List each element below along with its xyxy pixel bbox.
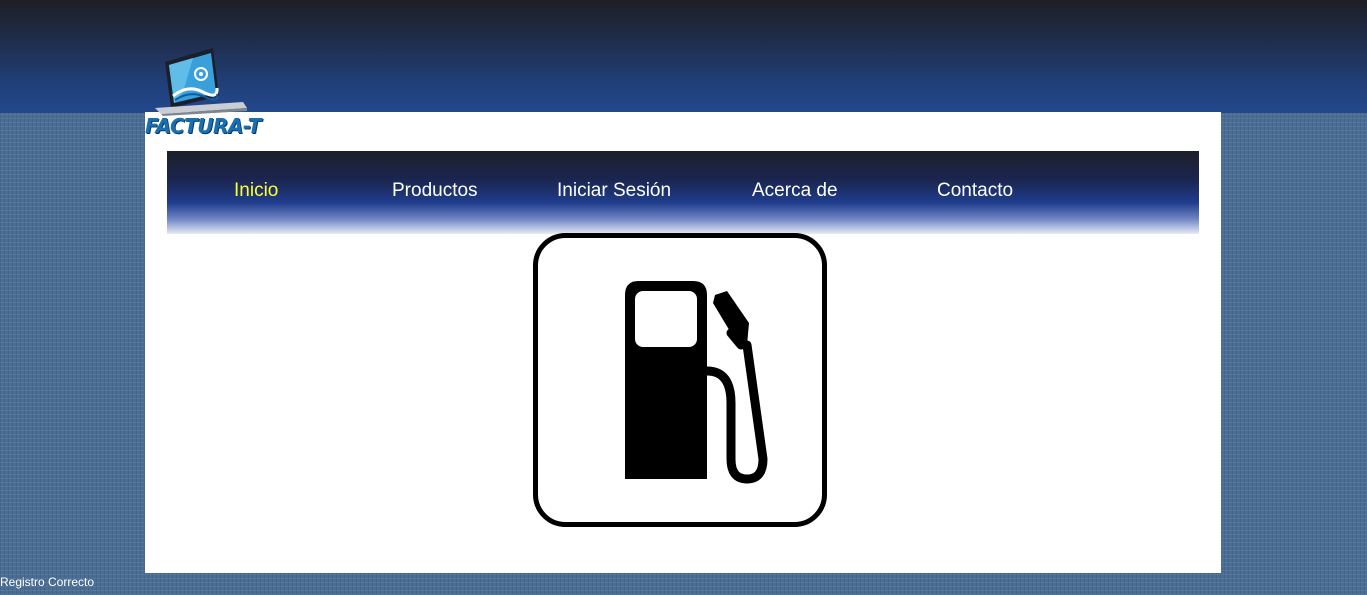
fuel-pump-icon — [533, 233, 827, 527]
nav-item-iniciar-sesion[interactable]: Iniciar Sesión — [557, 180, 671, 202]
main-content-panel: Inicio Productos Iniciar Sesión Acerca d… — [145, 112, 1221, 573]
logo-text: FACTURA-T — [145, 114, 261, 138]
nav-item-acerca-de[interactable]: Acerca de — [752, 180, 838, 202]
laptop-logo-icon — [155, 48, 247, 116]
nav-item-inicio[interactable]: Inicio — [234, 180, 278, 202]
status-message: Registro Correcto — [0, 575, 95, 589]
nav-item-contacto[interactable]: Contacto — [937, 180, 1013, 202]
nav-item-productos[interactable]: Productos — [392, 180, 478, 202]
site-logo[interactable]: FACTURA-T — [143, 44, 263, 140]
main-nav: Inicio Productos Iniciar Sesión Acerca d… — [167, 151, 1199, 234]
